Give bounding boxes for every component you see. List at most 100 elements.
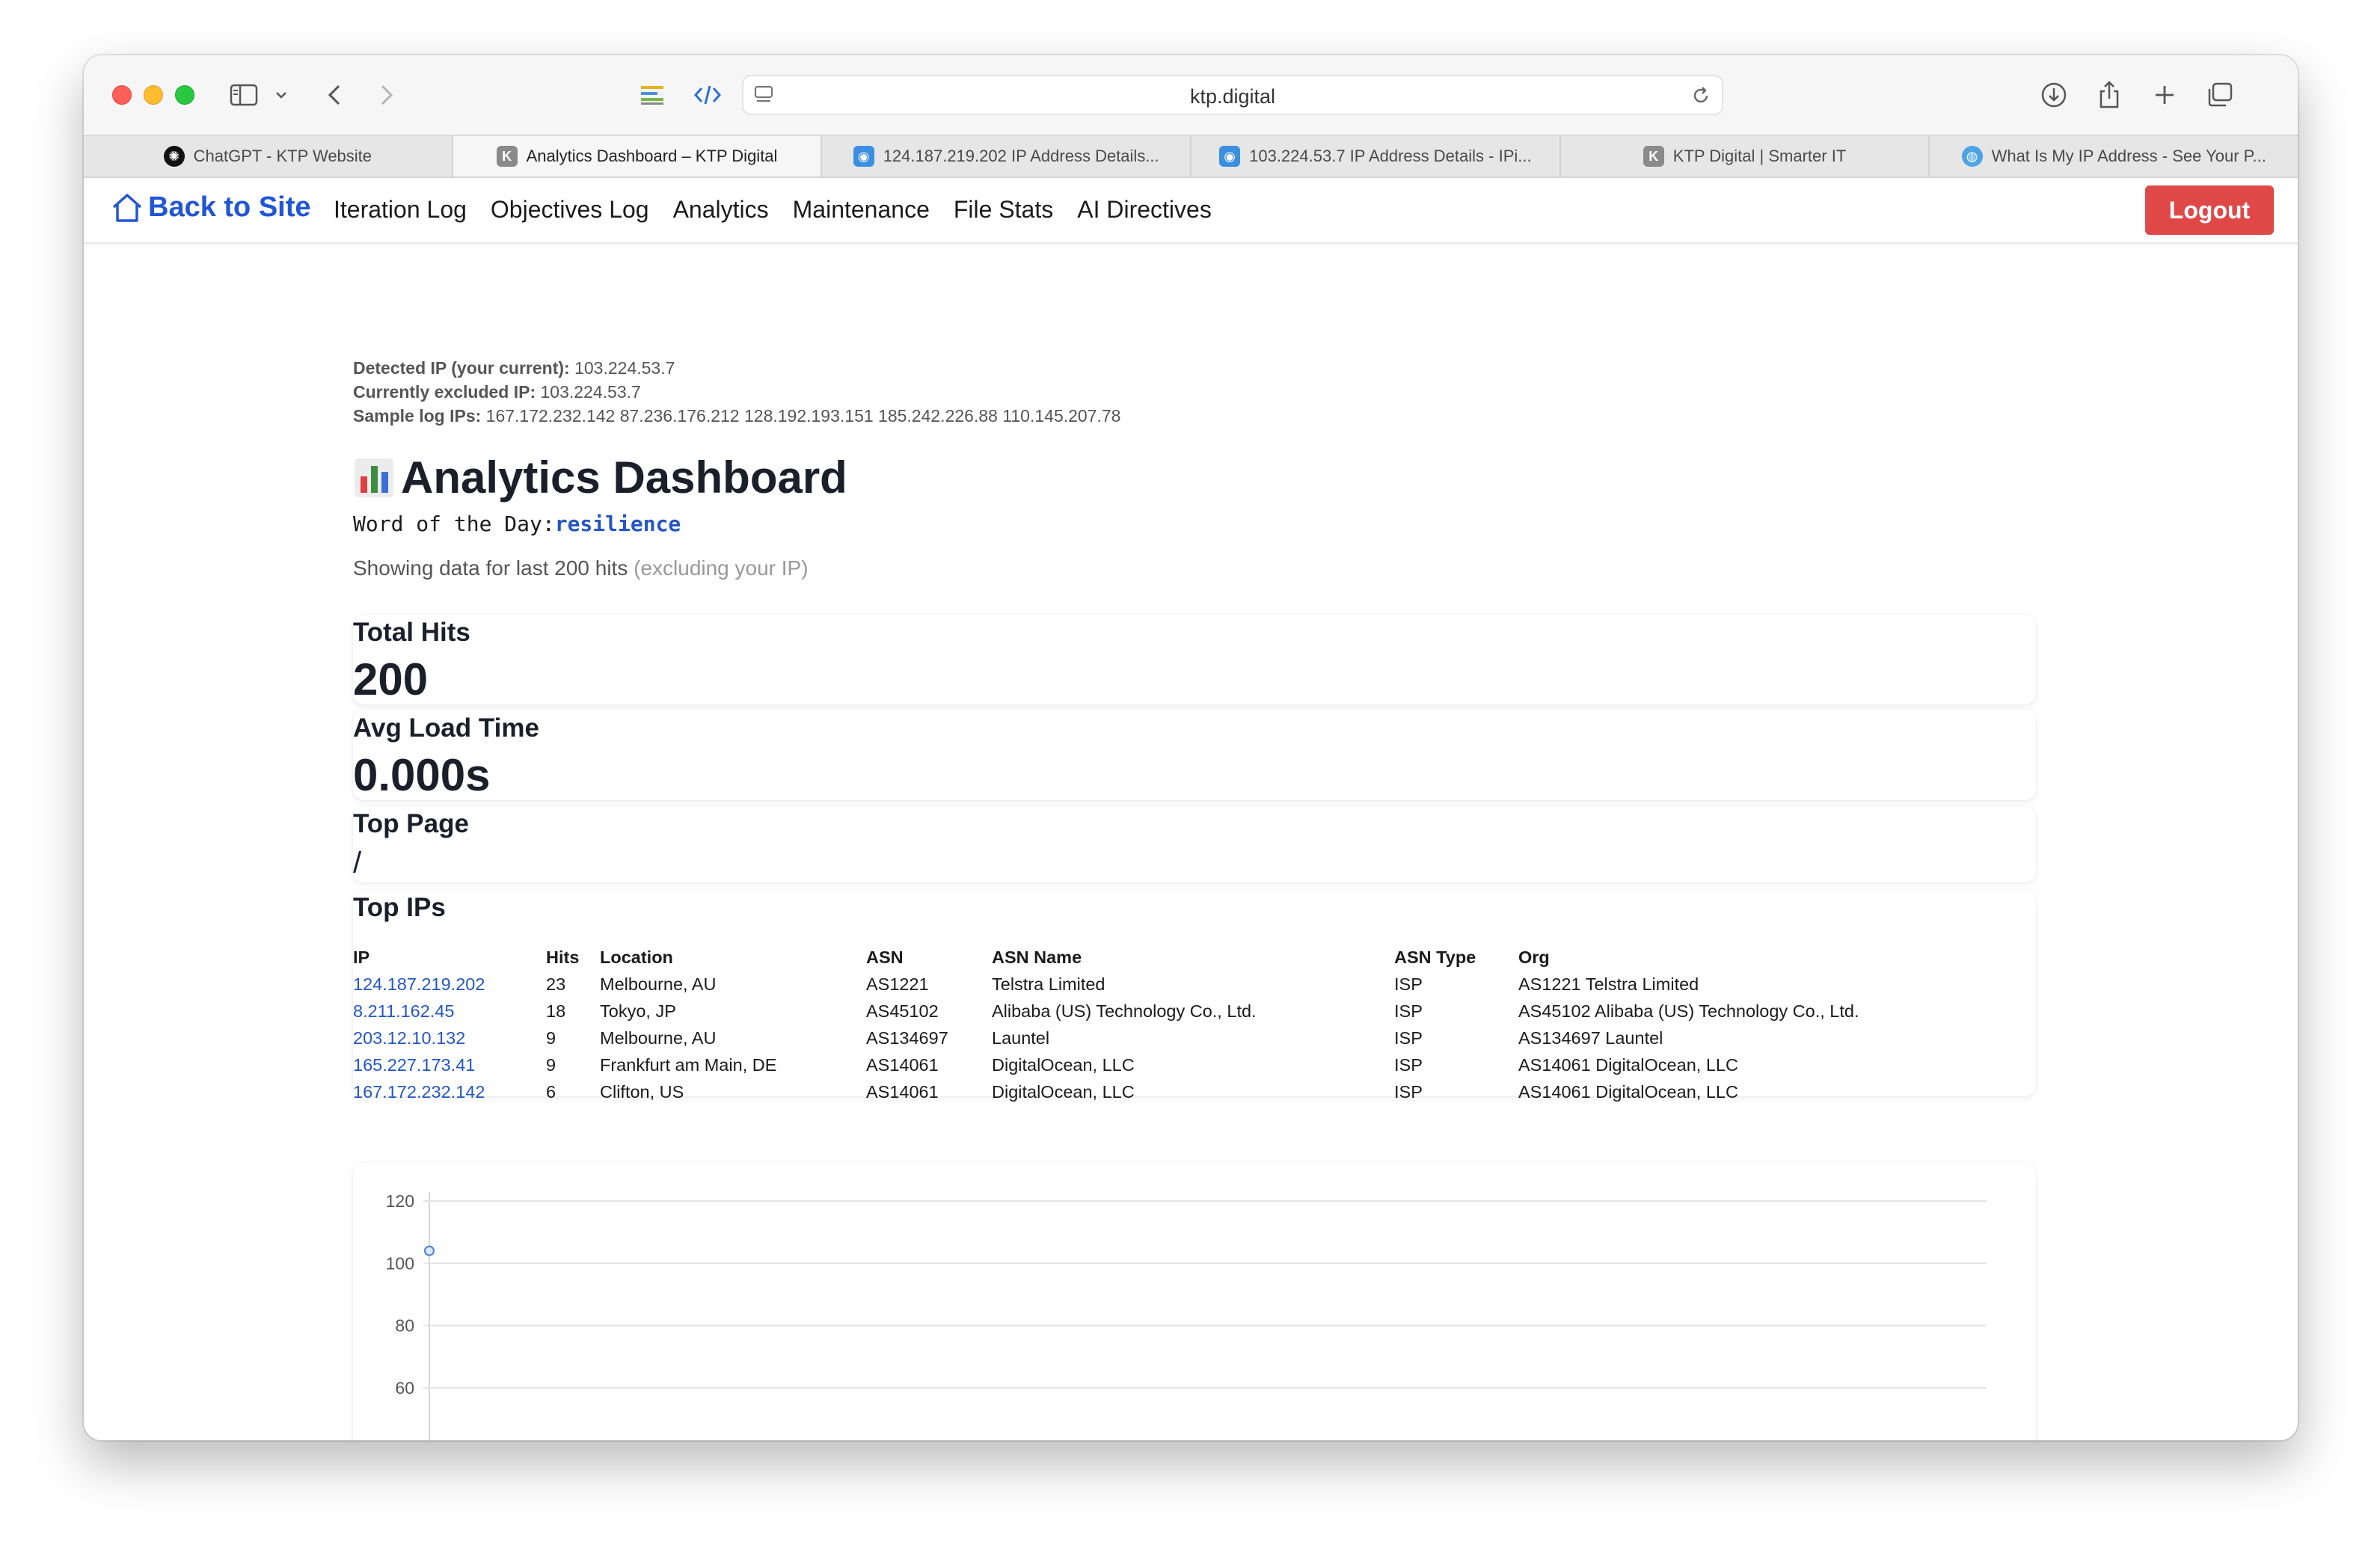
asn-cell: AS134697 — [866, 1028, 948, 1048]
minimize-window-button[interactable] — [144, 85, 163, 105]
ipinfo-icon: ◉ — [853, 146, 874, 167]
k-icon: K — [496, 146, 518, 167]
location-cell: Tokyo, JP — [600, 1001, 676, 1021]
wotd-word: resilience — [554, 512, 681, 536]
ip-link[interactable]: 165.227.173.41 — [353, 1055, 475, 1075]
showing-main: Showing data for last 200 hits — [353, 556, 628, 580]
org-cell: AS14061 DigitalOcean, LLC — [1518, 1081, 1738, 1102]
ip-link[interactable]: 167.172.232.142 — [353, 1082, 485, 1102]
tab-label: 124.187.219.202 IP Address Details... — [883, 147, 1159, 165]
back-arrow-icon[interactable] — [322, 78, 347, 112]
table-header-row: IP Hits Location ASN ASN Name ASN Type O… — [353, 944, 1892, 971]
ip-link[interactable]: 203.12.10.132 — [353, 1028, 465, 1048]
total-hits-label: Total Hits — [353, 618, 470, 647]
avg-load-value: 0.000s — [353, 750, 491, 800]
data-point[interactable] — [424, 1245, 435, 1256]
globe-icon: ◍ — [1961, 146, 1983, 167]
share-icon[interactable] — [2094, 78, 2124, 112]
asn-name-cell: Alibaba (US) Technology Co., Ltd. — [992, 1001, 1257, 1021]
chevron-down-icon[interactable] — [272, 78, 290, 112]
code-icon[interactable] — [691, 78, 724, 112]
asn-name-cell: Telstra Limited — [992, 974, 1105, 994]
table-row: 203.12.10.132 9 Melbourne, AU AS134697 L… — [353, 1025, 1892, 1051]
top-ips-card: Top IPs IP Hits Location ASN ASN Name AS… — [353, 890, 2036, 1102]
hits-cell: 9 — [546, 1054, 556, 1075]
nav-links: Iteration Log Objectives Log Analytics M… — [334, 196, 1236, 224]
column-header: Location — [600, 947, 673, 967]
site-nav: Back to Site Iteration Log Objectives Lo… — [84, 178, 2298, 244]
column-header: ASN — [866, 947, 904, 967]
hits-cell: 6 — [546, 1081, 556, 1102]
y-tick-label: 60 — [395, 1378, 414, 1398]
column-header: ASN Type — [1394, 947, 1476, 967]
excluded-ip-line: Currently excluded IP: 103.224.53.7 — [353, 382, 641, 402]
k-icon: K — [1643, 146, 1664, 167]
asn-type-cell: ISP — [1394, 1001, 1423, 1021]
asn-type-cell: ISP — [1394, 1028, 1423, 1048]
top-page-card: Top Page / — [353, 806, 2036, 882]
location-cell: Frankfurt am Main, DE — [600, 1054, 777, 1075]
location-cell: Clifton, US — [600, 1081, 684, 1102]
new-tab-icon[interactable] — [2150, 78, 2180, 112]
nav-ai-directives[interactable]: AI Directives — [1077, 196, 1212, 224]
asn-name-cell: Launtel — [992, 1028, 1050, 1048]
forward-arrow-icon[interactable] — [374, 78, 399, 112]
showing-note: (excluding your IP) — [634, 556, 809, 580]
download-icon[interactable] — [2037, 78, 2070, 112]
tab-label: KTP Digital | Smarter IT — [1672, 147, 1847, 165]
home-icon — [112, 193, 142, 222]
nav-file-stats[interactable]: File Stats — [954, 196, 1053, 224]
nav-iteration-log[interactable]: Iteration Log — [334, 196, 467, 224]
zoom-window-button[interactable] — [175, 85, 194, 105]
y-tick-label: 120 — [386, 1191, 414, 1211]
tab-chatgpt[interactable]: ✺ ChatGPT - KTP Website — [84, 136, 453, 176]
column-header: Hits — [546, 947, 580, 967]
sidebar-toggle-icon[interactable] — [227, 78, 260, 112]
back-to-site-link[interactable]: Back to Site — [111, 191, 311, 224]
tab-overview-icon[interactable] — [2205, 78, 2235, 112]
detected-ip-line: Detected IP (your current): 103.224.53.7 — [353, 358, 675, 378]
address-bar[interactable]: ktp.digital — [742, 75, 1723, 115]
page-title: Analytics Dashboard — [353, 452, 847, 503]
dashboard-content: Detected IP (your current): 103.224.53.7… — [353, 244, 2040, 1440]
asn-cell: AS1221 — [866, 974, 929, 994]
nav-analytics[interactable]: Analytics — [673, 196, 769, 224]
tab-ip-details-2[interactable]: ◉ 103.224.53.7 IP Address Details - IPi.… — [1191, 136, 1561, 176]
hits-cell: 9 — [546, 1028, 556, 1048]
ip-link[interactable]: 124.187.219.202 — [353, 974, 485, 994]
hits-chart: 406080100120 — [386, 1191, 1987, 1440]
reload-icon[interactable] — [1690, 85, 1711, 110]
ip-link[interactable]: 8.211.162.45 — [353, 1001, 454, 1021]
asn-cell: AS45102 — [866, 1001, 939, 1021]
table-row: 8.211.162.45 18 Tokyo, JP AS45102 Alibab… — [353, 998, 1892, 1025]
browser-toolbar: ktp.digital — [84, 55, 2298, 135]
tab-label: Analytics Dashboard – KTP Digital — [526, 147, 778, 165]
tab-label: 103.224.53.7 IP Address Details - IPi... — [1249, 147, 1532, 165]
column-header: Org — [1518, 947, 1550, 967]
sample-ips-line: Sample log IPs: 167.172.232.142 87.236.1… — [353, 406, 1121, 426]
location-cell: Melbourne, AU — [600, 974, 717, 994]
close-window-button[interactable] — [112, 85, 132, 105]
extension-icon[interactable] — [637, 78, 667, 112]
tab-what-is-my-ip[interactable]: ◍ What Is My IP Address - See Your P... — [1930, 136, 2298, 176]
nav-maintenance[interactable]: Maintenance — [793, 196, 930, 224]
tab-ktp-digital[interactable]: K KTP Digital | Smarter IT — [1561, 136, 1930, 176]
chatgpt-icon: ✺ — [163, 146, 185, 167]
top-page-value: / — [353, 847, 362, 879]
table-row: 165.227.173.41 9 Frankfurt am Main, DE A… — [353, 1051, 1892, 1078]
wotd-label: Word of the Day: — [353, 512, 555, 536]
back-to-site-label: Back to Site — [148, 191, 311, 223]
logout-button[interactable]: Logout — [2145, 185, 2274, 235]
tab-ip-details-1[interactable]: ◉ 124.187.219.202 IP Address Details... — [822, 136, 1192, 176]
org-cell: AS134697 Launtel — [1518, 1028, 1663, 1048]
tab-label: ChatGPT - KTP Website — [193, 147, 372, 165]
page-title-text: Analytics Dashboard — [401, 452, 847, 503]
asn-cell: AS14061 — [866, 1054, 939, 1075]
y-tick-label: 100 — [386, 1253, 414, 1273]
org-cell: AS1221 Telstra Limited — [1518, 974, 1699, 994]
tab-analytics-dashboard[interactable]: K Analytics Dashboard – KTP Digital — [453, 136, 823, 176]
nav-objectives-log[interactable]: Objectives Log — [491, 196, 649, 224]
table-row: 124.187.219.202 23 Melbourne, AU AS1221 … — [353, 971, 1892, 998]
ip-info: Detected IP (your current): 103.224.53.7… — [353, 356, 1120, 428]
showing-data-text: Showing data for last 200 hits (excludin… — [353, 556, 809, 580]
